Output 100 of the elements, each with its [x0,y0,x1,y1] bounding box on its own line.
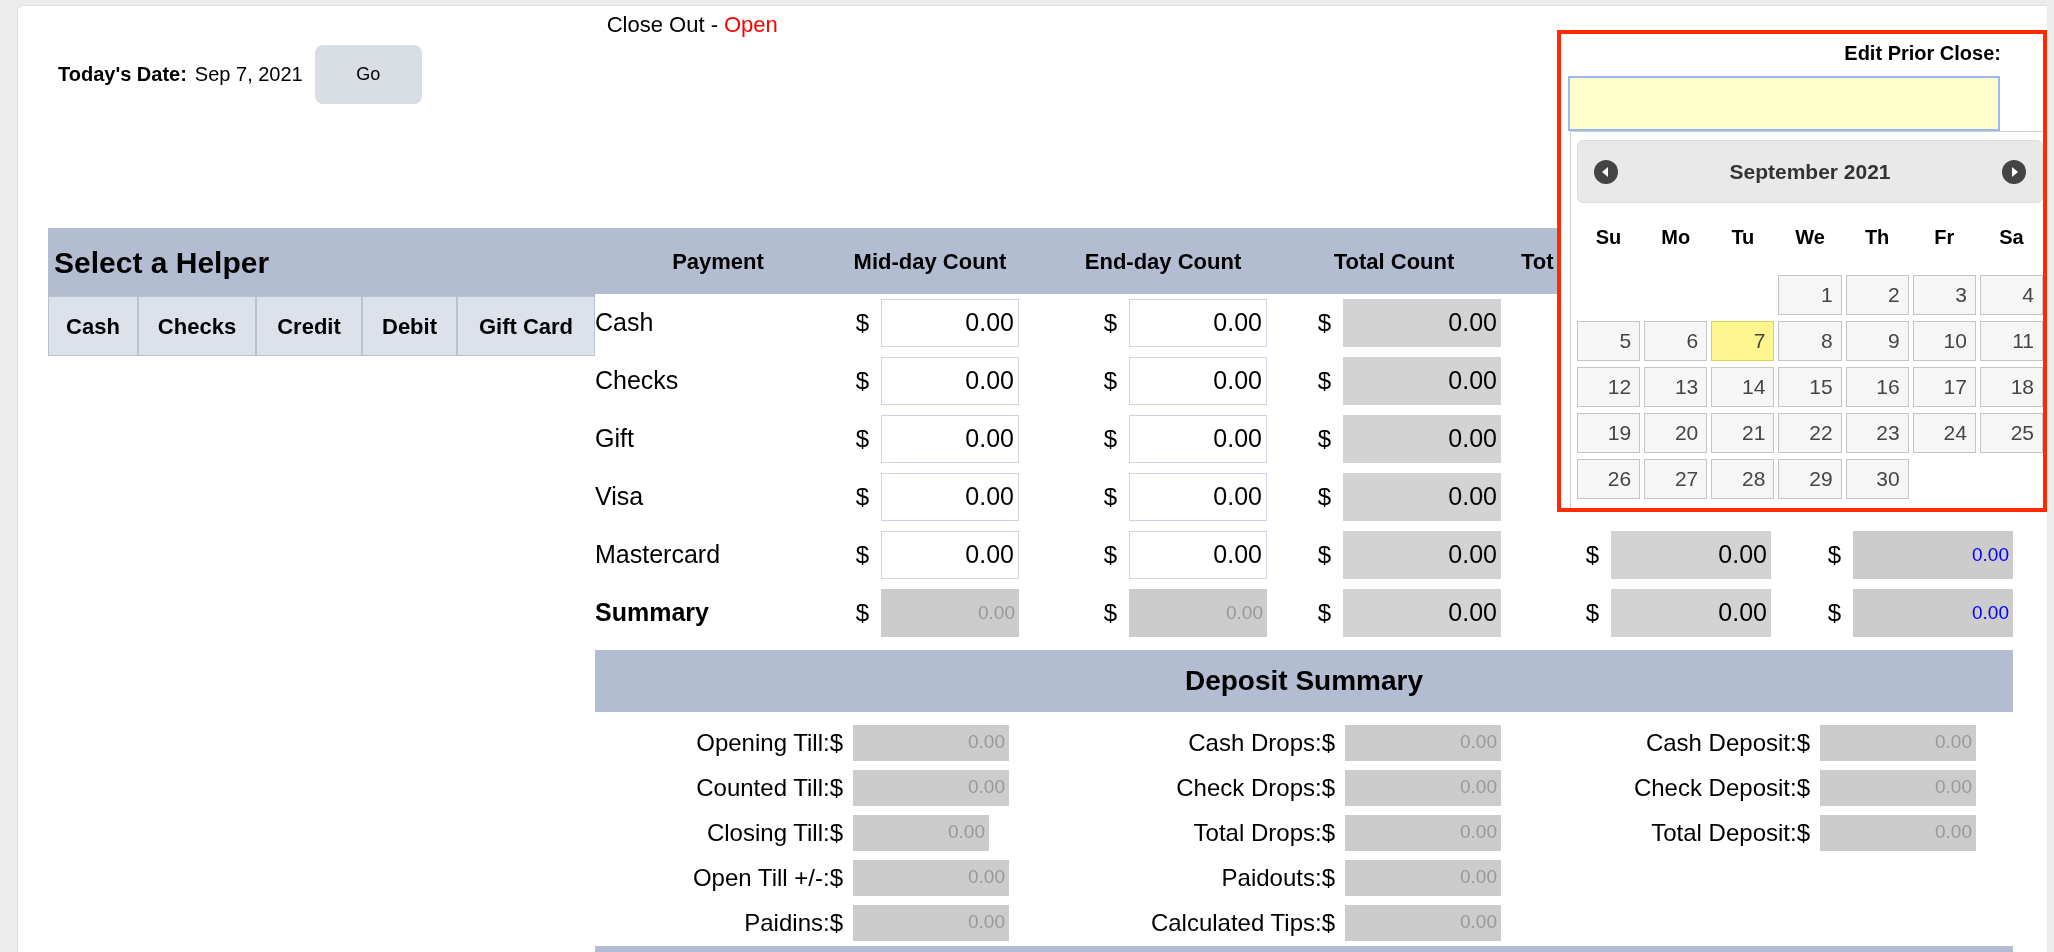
helper-tab[interactable]: Cash [48,296,138,356]
amount-field[interactable]: 0.00 [881,473,1019,521]
currency-sign: $ [1317,308,1331,338]
amount-value: 0.00 [1853,531,2013,579]
currency-sign: $ [855,482,869,512]
calendar-day[interactable]: 25 [1979,413,2043,453]
weekday-label: Th [1863,225,1891,250]
currency-sign: $ [855,308,869,338]
helper-tab[interactable]: Gift Card [457,296,595,356]
amount-field[interactable]: 0.00 [1129,299,1267,347]
calendar-day[interactable]: 18 [1979,367,2043,407]
calendar-day[interactable]: 6 [1644,321,1708,361]
calendar-day[interactable]: 28 [1711,459,1775,499]
amount-field[interactable]: 0.00 [881,415,1019,463]
currency-sign: $ [1827,540,1841,570]
column-header: Tot [1520,247,1555,276]
amount-value: 0.00 [1611,589,1771,637]
calendar-day[interactable]: 26 [1577,459,1641,499]
amount-field[interactable]: 0.00 [881,357,1019,405]
payment-label: Gift [595,423,635,455]
amount-field[interactable]: 0.00 [1129,473,1267,521]
prior-close-label: Edit Prior Close: [1844,41,2001,66]
calendar-day[interactable]: 5 [1577,321,1641,361]
helper-tab[interactable]: Credit [256,296,362,356]
weekday-label: Su [1594,225,1623,250]
payment-label: Visa [595,481,645,513]
payment-label: Mastercard [595,539,722,571]
amount-field[interactable]: 0.00 [1129,357,1267,405]
currency-sign: $ [855,424,869,454]
currency-sign: $ [1827,598,1841,628]
calendar-day[interactable]: 30 [1845,459,1909,499]
amount-value: 0.00 [1853,589,2013,637]
calendar-day[interactable]: 9 [1845,321,1909,361]
field-label: Open Till +/-:$ [692,862,843,893]
column-header: Mid-day Count [852,247,1008,276]
weekday-label: We [1794,225,1826,250]
calendar-day[interactable]: 12 [1577,367,1641,407]
amount-value: 0.00 [1343,357,1501,405]
calendar-day[interactable]: 16 [1845,367,1909,407]
currency-sign: $ [1103,424,1117,454]
column-header: Total Count [1332,247,1456,276]
field-label: Calculated Tips:$ [1150,907,1335,938]
field-label: Check Drops:$ [1176,772,1335,803]
field-label: Check Deposit:$ [1633,772,1810,803]
weekday-label: Tu [1730,225,1756,250]
currency-sign: $ [1317,366,1331,396]
amount-value: 0.00 [1343,473,1501,521]
currency-sign: $ [855,540,869,570]
currency-sign: $ [1585,540,1599,570]
calendar-day[interactable]: 8 [1778,321,1842,361]
column-header: Payment [671,247,765,276]
calendar-day[interactable]: 13 [1644,367,1708,407]
calendar-day[interactable]: 2 [1845,275,1909,315]
helper-tab[interactable]: Checks [138,296,256,356]
calendar-day[interactable]: 27 [1644,459,1708,499]
currency-sign: $ [1317,424,1331,454]
go-button[interactable]: Go [314,45,422,104]
field-label: Total Drops:$ [1193,817,1335,848]
calendar-day[interactable]: 19 [1577,413,1641,453]
calendar-day[interactable]: 14 [1711,367,1775,407]
prior-close-field[interactable] [1568,76,2000,131]
calendar-day[interactable]: 15 [1778,367,1842,407]
currency-sign: $ [1103,482,1117,512]
amount-field[interactable]: 0.00 [881,531,1019,579]
status-text: Open [724,11,778,39]
currency-sign: $ [1317,598,1331,628]
calendar-day[interactable]: 4 [1979,275,2043,315]
currency-sign: $ [1585,598,1599,628]
deposit-title: Deposit Summary [1184,664,1424,698]
field-label: Cash Deposit:$ [1645,727,1810,758]
previous-icon[interactable] [1594,159,1618,184]
amount-field[interactable]: 0.00 [881,299,1019,347]
field-label: Total Deposit:$ [1651,817,1810,848]
calendar-day[interactable]: 3 [1912,275,1976,315]
amount-value: 0.00 [1343,299,1501,347]
currency-sign: $ [1103,366,1117,396]
calendar-day[interactable]: 21 [1711,413,1775,453]
amount-value: 0.00 [1343,589,1501,637]
month-title: September 2021 [1729,158,1891,185]
calendar-day[interactable]: 10 [1912,321,1976,361]
next-icon[interactable] [2002,159,2026,184]
calendar-day[interactable]: 20 [1644,413,1708,453]
amount-field[interactable]: 0.00 [1129,531,1267,579]
calendar-day[interactable]: 17 [1912,367,1976,407]
payment-label: Cash [595,307,655,339]
currency-sign: $ [1317,540,1331,570]
calendar-day[interactable]: 29 [1778,459,1842,499]
calendar-day[interactable]: 11 [1979,321,2043,361]
field-label: Paidins:$ [744,907,843,938]
calendar-day[interactable]: 24 [1912,413,1976,453]
amount-value: 0.00 [1343,415,1501,463]
calendar-day[interactable]: 23 [1845,413,1909,453]
calendar-day[interactable]: 22 [1778,413,1842,453]
column-header: End-day Count [1083,247,1243,276]
amount-field[interactable]: 0.00 [1129,415,1267,463]
currency-sign: $ [1317,482,1331,512]
helper-tab[interactable]: Debit [362,296,457,356]
calendar-day[interactable]: 1 [1778,275,1842,315]
calendar-day[interactable]: 7 [1711,321,1775,361]
page-title: Close Out - [606,11,718,39]
